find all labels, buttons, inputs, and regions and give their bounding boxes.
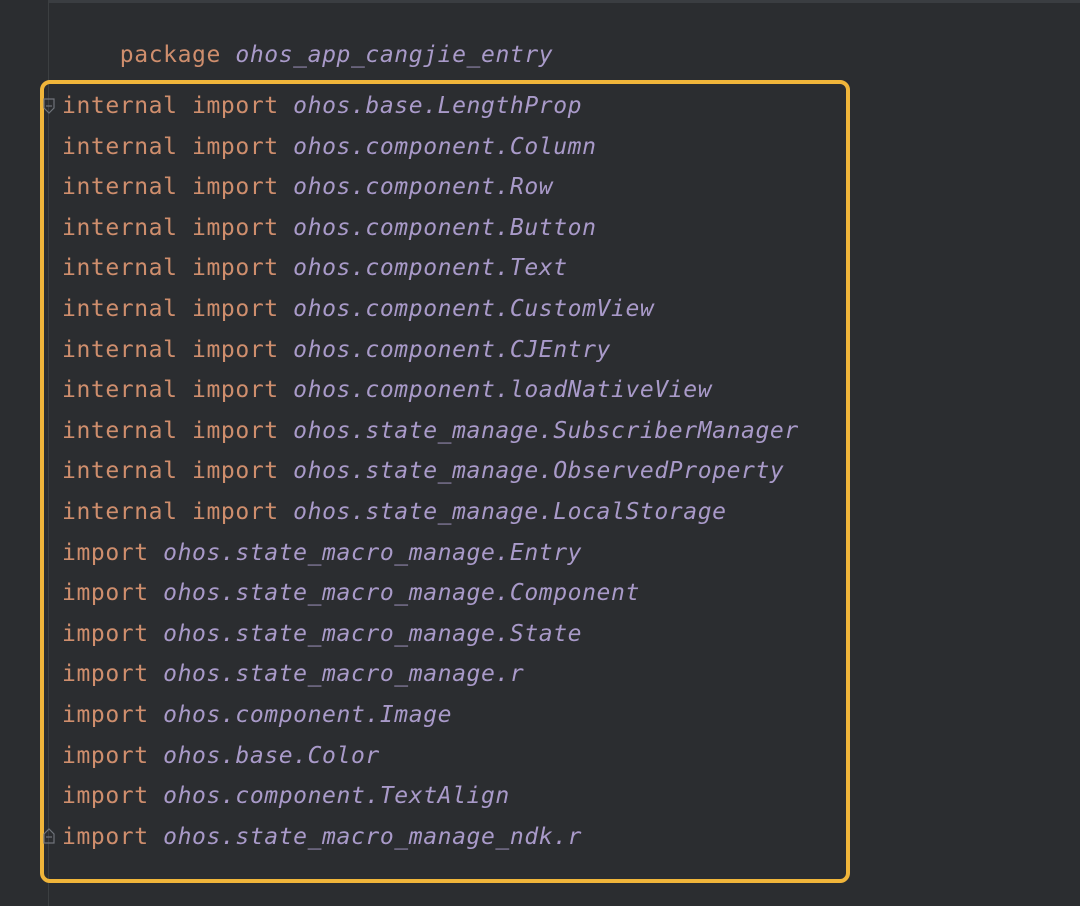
import-line[interactable]: internal import ohos.component.loadNativ… <box>62 375 712 405</box>
modifier-keyword: internal <box>62 255 178 282</box>
import-line[interactable]: internal import ohos.component.CJEntry <box>62 335 611 365</box>
import-path: ohos.state_macro_manage_ndk.r <box>163 823 583 850</box>
import-line[interactable]: internal import ohos.component.Column <box>62 132 597 162</box>
import-keyword: import <box>192 336 279 363</box>
import-line[interactable]: import ohos.component.TextAlign <box>62 781 510 811</box>
import-path: ohos.state_macro_manage.r <box>163 661 525 688</box>
import-path: ohos.component.TextAlign <box>163 783 510 810</box>
import-line[interactable]: internal import ohos.state_manage.Subscr… <box>62 416 799 446</box>
modifier-keyword: internal <box>62 458 178 485</box>
import-line[interactable]: import ohos.state_macro_manage_ndk.r <box>62 822 582 852</box>
modifier-keyword: internal <box>62 417 178 444</box>
import-keyword: import <box>62 702 149 728</box>
editor-top-border <box>0 0 1080 3</box>
import-line[interactable]: import ohos.state_macro_manage.Entry <box>62 538 582 568</box>
code-editor[interactable]: package ohos_app_cangjie_entry internal … <box>0 0 1080 906</box>
fold-end-icon[interactable] <box>43 828 55 844</box>
import-keyword: import <box>192 174 279 201</box>
import-keyword: import <box>192 133 279 160</box>
import-keyword: import <box>192 458 279 485</box>
import-keyword: import <box>192 499 279 525</box>
import-keyword: import <box>62 539 149 566</box>
import-line[interactable]: internal import ohos.component.Row <box>62 172 553 202</box>
import-keyword: import <box>62 580 149 607</box>
package-keyword: package <box>119 42 221 68</box>
import-line[interactable]: import ohos.base.Color <box>62 741 380 771</box>
import-keyword: import <box>62 823 149 850</box>
import-keyword: import <box>192 93 279 119</box>
import-line[interactable]: internal import ohos.component.Button <box>62 213 597 243</box>
import-path: ohos.component.loadNativeView <box>293 377 713 404</box>
package-declaration[interactable]: package ohos_app_cangjie_entry <box>62 10 553 68</box>
import-line[interactable]: internal import ohos.state_manage.Observ… <box>62 456 784 486</box>
modifier-keyword: internal <box>62 377 178 404</box>
import-keyword: import <box>62 661 149 688</box>
modifier-keyword: internal <box>62 214 178 241</box>
modifier-keyword: internal <box>62 93 178 119</box>
import-keyword: import <box>192 417 279 444</box>
import-path: ohos.state_manage.SubscriberManager <box>293 417 799 444</box>
import-path: ohos.state_manage.ObservedProperty <box>293 458 785 485</box>
import-path: ohos.state_macro_manage.Component <box>163 580 640 607</box>
import-path: ohos.component.Image <box>163 702 453 728</box>
import-line[interactable]: internal import ohos.component.CustomVie… <box>62 294 654 324</box>
import-keyword: import <box>192 255 279 282</box>
import-keyword: import <box>192 214 279 241</box>
modifier-keyword: internal <box>62 336 178 363</box>
import-line[interactable]: import ohos.component.Image <box>62 700 452 730</box>
import-path: ohos.component.CustomView <box>293 296 655 322</box>
import-keyword: import <box>192 377 279 404</box>
import-keyword: import <box>62 620 149 647</box>
modifier-keyword: internal <box>62 296 178 322</box>
import-path: ohos.component.Row <box>293 174 554 201</box>
import-line[interactable]: internal import ohos.state_manage.LocalS… <box>62 497 727 527</box>
import-path: ohos.component.Text <box>293 255 568 282</box>
import-path: ohos.component.Button <box>293 214 597 241</box>
import-path: ohos.state_manage.LocalStorage <box>293 499 727 525</box>
import-line[interactable]: import ohos.state_macro_manage.Component <box>62 578 640 608</box>
import-line[interactable]: internal import ohos.base.LengthProp <box>62 91 582 121</box>
import-line[interactable]: internal import ohos.component.Text <box>62 253 568 283</box>
import-keyword: import <box>62 783 149 810</box>
fold-start-icon[interactable] <box>43 98 55 114</box>
import-path: ohos.state_macro_manage.State <box>163 620 583 647</box>
import-keyword: import <box>192 296 279 322</box>
import-path: ohos.base.LengthProp <box>293 93 583 119</box>
modifier-keyword: internal <box>62 133 178 160</box>
import-keyword: import <box>62 742 149 769</box>
import-line[interactable]: import ohos.state_macro_manage.State <box>62 619 582 649</box>
import-path: ohos.component.Column <box>293 133 597 160</box>
import-path: ohos.base.Color <box>163 742 380 769</box>
import-path: ohos.component.CJEntry <box>293 336 612 363</box>
import-line[interactable]: import ohos.state_macro_manage.r <box>62 659 524 689</box>
modifier-keyword: internal <box>62 174 178 201</box>
modifier-keyword: internal <box>62 499 178 525</box>
import-path: ohos.state_macro_manage.Entry <box>163 539 583 566</box>
package-name: ohos_app_cangjie_entry <box>235 42 554 68</box>
